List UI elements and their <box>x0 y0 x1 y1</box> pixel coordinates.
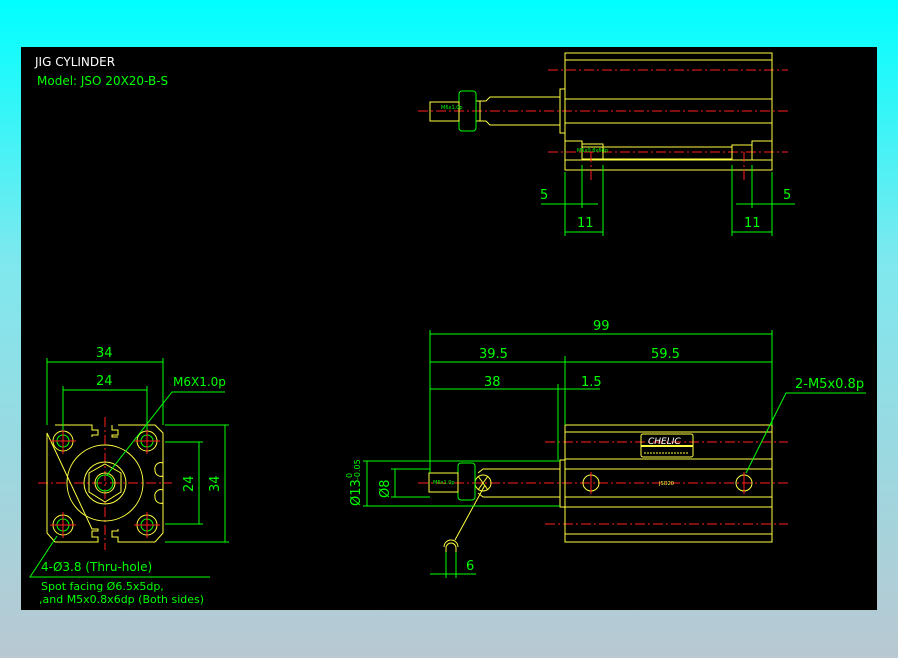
spot-facing-note-2: ,and M5x0.8x6dp (Both sides) <box>39 593 204 606</box>
dim-59-5: 59.5 <box>651 347 680 362</box>
dim-top-right-5: 5 <box>783 188 791 203</box>
dim-38: 38 <box>484 375 501 390</box>
front-rod-thread-label: M6x1.0p <box>433 480 455 486</box>
dim-end-pitch-y-24: 24 <box>182 475 197 492</box>
dim-overall-99: 99 <box>593 319 610 334</box>
spot-facing-note-1: Spot facing Ø6.5x5dp, <box>41 580 164 593</box>
cad-drawing: JIG CYLINDER Model: JSO 20X20-B-S M6x1.0… <box>29 52 866 606</box>
dim-end-pitch-24: 24 <box>96 374 113 389</box>
dim-rod-end-diameter: Ø8 <box>378 479 393 498</box>
dim-end-height-34: 34 <box>208 475 223 492</box>
dim-rod-tol-lower: -0.05 <box>353 459 362 480</box>
front-dimensions: 99 39.5 59.5 38 1.5 Ø13 0 -0.05 Ø8 6 2-M… <box>345 319 866 578</box>
front-view: M6x1.0p JSO20 CHELIC 99 39.5 59.5 38 1.5… <box>345 319 866 578</box>
hole-note: 4-Ø3.8 (Thru-hole) <box>41 560 152 574</box>
dim-end-width-34: 34 <box>96 346 113 361</box>
dim-wrench-6: 6 <box>466 559 474 574</box>
dim-top-left-11: 11 <box>577 216 594 231</box>
brand-plate: CHELIC <box>640 433 694 458</box>
dim-rod-diameter: Ø13 <box>349 479 364 506</box>
dim-39-5: 39.5 <box>479 347 508 362</box>
port-note: 2-M5x0.8p <box>795 377 864 392</box>
model-label: Model: JSO 20X20-B-S <box>37 74 168 88</box>
top-dimensions: 5 11 5 11 <box>540 165 795 236</box>
body-label: JSO20 <box>658 481 674 487</box>
top-port-label: M5x0.8x6dp <box>577 148 608 154</box>
top-view: M6x1.0p M5x0.8x6dp 5 11 5 11 <box>418 52 795 236</box>
dim-top-left-5: 5 <box>540 188 548 203</box>
dim-top-right-11: 11 <box>744 216 761 231</box>
thread-note: M6X1.0p <box>173 375 226 389</box>
end-view: 34 24 24 34 M6X1.0p 4-Ø3.8 (Thru-hole) S… <box>29 346 229 606</box>
brand-logo: CHELIC <box>648 437 681 447</box>
end-dimensions: 34 24 24 34 M6X1.0p 4-Ø3.8 (Thru-hole) S… <box>29 346 229 606</box>
drawing-title: JIG CYLINDER <box>34 55 115 69</box>
top-rod-thread-label: M6x1.0p <box>441 105 463 111</box>
dim-1-5: 1.5 <box>581 375 602 390</box>
